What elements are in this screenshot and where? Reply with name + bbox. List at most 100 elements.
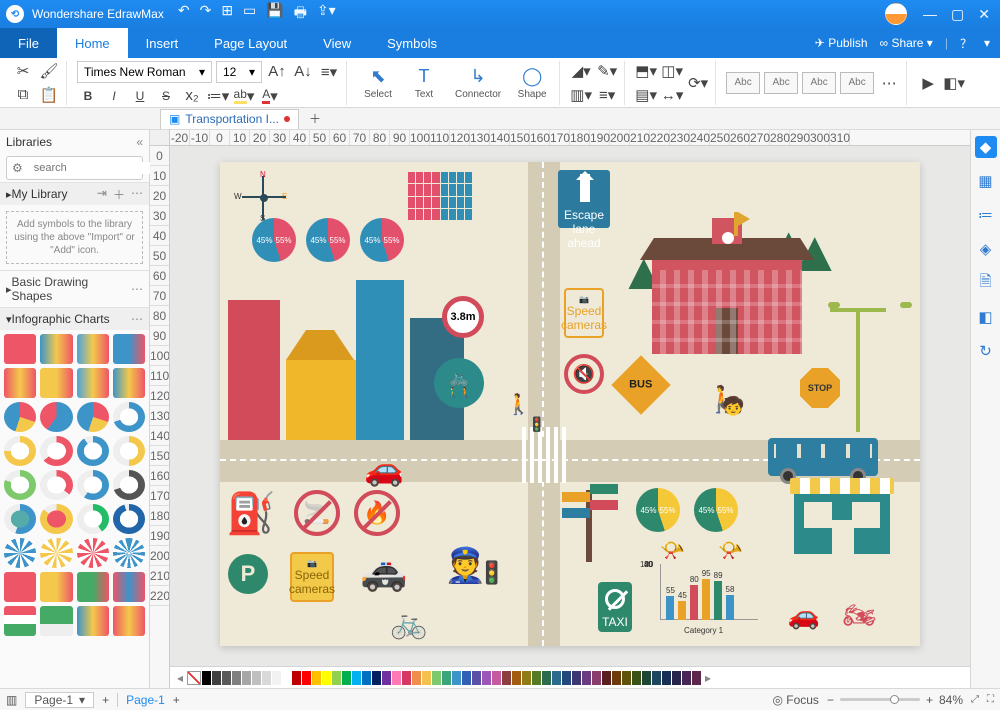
shop[interactable]: [794, 484, 890, 554]
menu-symbols[interactable]: Symbols: [369, 28, 455, 58]
color-swatch[interactable]: [262, 671, 271, 685]
grid-icon[interactable]: ▦: [975, 170, 997, 192]
presentation-icon[interactable]: ▶: [917, 72, 939, 94]
thumb[interactable]: [77, 606, 109, 636]
line-spacing-icon[interactable]: ≡▾: [318, 61, 340, 83]
thumb[interactable]: [40, 436, 72, 466]
text-tool[interactable]: TText: [403, 64, 445, 102]
thumb[interactable]: [113, 470, 145, 500]
menu-page-layout[interactable]: Page Layout: [196, 28, 305, 58]
color-swatch[interactable]: [572, 671, 581, 685]
canvas-viewport[interactable]: N S W E 45%55% 45%55% 45%55%: [170, 146, 970, 666]
grow-font-icon[interactable]: A↑: [266, 61, 288, 83]
thumb[interactable]: [77, 368, 109, 398]
fill-color-icon[interactable]: ◢▾: [570, 60, 592, 82]
thumb[interactable]: [4, 402, 36, 432]
color-swatch[interactable]: [342, 671, 351, 685]
focus-mode-button[interactable]: ◎ Focus: [772, 693, 819, 707]
styles-more-icon[interactable]: ⋯: [878, 72, 900, 94]
share-button[interactable]: ∞ Share ▾: [880, 36, 933, 50]
color-swatch[interactable]: [302, 671, 311, 685]
color-swatch[interactable]: [282, 671, 291, 685]
thumb[interactable]: [77, 572, 109, 602]
fullscreen-icon[interactable]: ⛶: [987, 694, 994, 705]
palette-right-icon[interactable]: ▸: [702, 671, 714, 685]
color-swatch[interactable]: [212, 671, 221, 685]
color-swatch[interactable]: [252, 671, 261, 685]
page-select[interactable]: Page-1▾: [25, 692, 94, 708]
escape-lane-sign[interactable]: Escape lane ahead: [558, 170, 610, 228]
color-swatch[interactable]: [612, 671, 621, 685]
paste-icon[interactable]: 📋: [38, 84, 60, 106]
bus-sign[interactable]: BUS: [611, 355, 670, 414]
speed-camera-sign[interactable]: 📷Speed cameras: [564, 288, 604, 338]
color-swatch[interactable]: [682, 671, 691, 685]
add-page-tab[interactable]: +: [173, 693, 180, 707]
layers-icon[interactable]: ◧▾: [943, 72, 965, 94]
pie-chart[interactable]: 45%55%: [252, 218, 296, 262]
color-swatch[interactable]: [512, 671, 521, 685]
color-swatch[interactable]: [372, 671, 381, 685]
import-icon[interactable]: ⇥: [97, 186, 107, 203]
bullets-icon[interactable]: ≔▾: [207, 85, 229, 107]
style-preset-2[interactable]: Abc: [764, 72, 798, 94]
color-swatch[interactable]: [422, 671, 431, 685]
car-icon[interactable]: 🚗: [788, 600, 820, 631]
color-swatch[interactable]: [392, 671, 401, 685]
thumb[interactable]: [4, 572, 36, 602]
thumb[interactable]: [4, 606, 36, 636]
thumb[interactable]: [40, 368, 72, 398]
menu-insert[interactable]: Insert: [128, 28, 197, 58]
add-icon[interactable]: ＋: [113, 186, 125, 203]
grid-chart[interactable]: [408, 172, 472, 220]
page-tab[interactable]: Page-1: [126, 693, 165, 707]
layers-panel-icon[interactable]: ◈: [975, 238, 997, 260]
font-color-icon[interactable]: A▾: [259, 85, 281, 107]
color-swatch[interactable]: [292, 671, 301, 685]
shadow-icon[interactable]: ▥▾: [570, 84, 592, 106]
format-painter-icon[interactable]: 🖌: [38, 60, 60, 82]
thumb[interactable]: [40, 334, 72, 364]
bicycle-icon[interactable]: 🚲: [390, 606, 427, 641]
style-preset-1[interactable]: Abc: [726, 72, 760, 94]
color-swatch[interactable]: [482, 671, 491, 685]
theme-icon[interactable]: ◧: [975, 306, 997, 328]
pie-chart[interactable]: 45%55%: [360, 218, 404, 262]
fit-width-icon[interactable]: ⤢: [971, 694, 979, 705]
redo-icon[interactable]: ↷: [200, 2, 212, 26]
shape-tool[interactable]: ◯Shape: [511, 64, 553, 102]
zoom-slider[interactable]: [840, 698, 920, 701]
color-swatch[interactable]: [542, 671, 551, 685]
no-fire-sign[interactable]: 🔥: [354, 490, 400, 536]
more-icon[interactable]: ⋯: [131, 186, 143, 203]
thumb[interactable]: [77, 504, 109, 534]
italic-icon[interactable]: I: [103, 85, 125, 107]
car-icon[interactable]: 🚗: [364, 450, 404, 488]
strike-icon[interactable]: S: [155, 85, 177, 107]
new-file-icon[interactable]: ⊞: [221, 2, 233, 26]
color-swatch[interactable]: [242, 671, 251, 685]
child-icon[interactable]: 🧒: [722, 396, 744, 417]
color-swatch[interactable]: [272, 671, 281, 685]
color-swatch[interactable]: [632, 671, 641, 685]
motorcycle-icon[interactable]: 🏍: [843, 600, 876, 631]
color-swatch[interactable]: [432, 671, 441, 685]
thumb[interactable]: [40, 402, 72, 432]
thumb[interactable]: [113, 436, 145, 466]
page-setup-icon[interactable]: 🗎: [975, 272, 997, 294]
style-preset-4[interactable]: Abc: [840, 72, 874, 94]
stop-sign[interactable]: STOP: [800, 368, 840, 408]
collapse-ribbon-icon[interactable]: ▾: [984, 36, 990, 50]
speed-camera-sign[interactable]: 📷Speed cameras: [290, 552, 334, 602]
color-swatch[interactable]: [222, 671, 231, 685]
thumb[interactable]: [77, 436, 109, 466]
menu-file[interactable]: File: [0, 28, 57, 58]
flag-pole[interactable]: [734, 212, 738, 236]
parking-sign[interactable]: P: [228, 554, 268, 594]
copy-icon[interactable]: ⧉: [12, 84, 34, 106]
traffic-light-icon[interactable]: 🚦: [478, 560, 505, 586]
thumb[interactable]: [4, 334, 36, 364]
help-icon[interactable]: ？: [960, 35, 972, 52]
color-swatch[interactable]: [402, 671, 411, 685]
thumb[interactable]: [113, 572, 145, 602]
